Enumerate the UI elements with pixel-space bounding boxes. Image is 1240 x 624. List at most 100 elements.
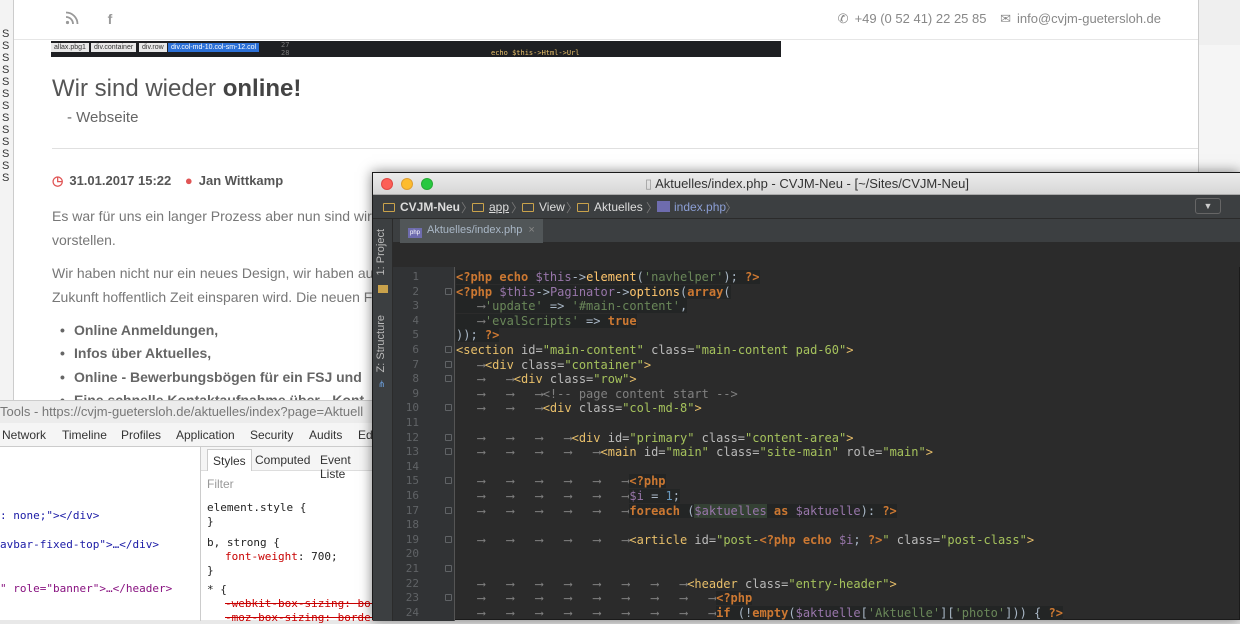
tab-styles[interactable]: Styles: [207, 449, 252, 471]
code-line: ⟶ ⟶ ⟶ ⟶ ⟶ ⟶ ⟶ ⟶ ⟶if (!empty($aktuelle['A…: [456, 605, 1063, 620]
line-number: 16: [405, 489, 419, 502]
rss-icon[interactable]: [64, 11, 80, 27]
fold-marker-icon[interactable]: [445, 535, 452, 543]
devtools-tabbar: Network Timeline Profiles Application Se…: [0, 423, 375, 447]
strip-char: S: [2, 148, 10, 160]
facebook-icon[interactable]: f: [102, 11, 118, 27]
structure-icon: ⋔: [378, 379, 386, 389]
code-editor[interactable]: <?php echo $this->element('navhelper'); …: [456, 267, 1240, 621]
line-number: 5: [412, 328, 419, 342]
element-node[interactable]: " role="banner">…</header>: [0, 582, 172, 595]
close-tab-icon[interactable]: ×: [528, 224, 534, 236]
tab-network[interactable]: Network: [2, 428, 46, 442]
strip-char: S: [2, 112, 10, 124]
code-line: ⟶ ⟶ ⟶ ⟶<div id="primary" class="content-…: [456, 430, 854, 445]
tab-editor[interactable]: Ed: [358, 428, 373, 442]
tab-profiles[interactable]: Profiles: [121, 428, 161, 442]
devtools-window: Tools - https://cvjm-guetersloh.de/aktue…: [0, 400, 377, 624]
strip-char: S: [2, 100, 10, 112]
post-author[interactable]: Jan Wittkamp: [199, 173, 283, 188]
tab-application[interactable]: Application: [176, 428, 235, 442]
line-number: 15: [405, 474, 419, 488]
fold-marker-icon[interactable]: [445, 346, 452, 353]
fold-marker-icon[interactable]: [445, 565, 452, 572]
styles-filter[interactable]: Filter: [207, 477, 234, 491]
style-property[interactable]: -webkit-box-sizing: bor: [225, 597, 377, 610]
paragraph-line: Es war für uns ein langer Prozess aber n…: [52, 208, 383, 224]
phone-icon: ✆: [837, 11, 849, 26]
line-number: 18: [405, 518, 419, 532]
style-property[interactable]: font-weight: 700;: [225, 550, 338, 563]
code-line: ⟶ ⟶ ⟶ ⟶ ⟶ ⟶ ⟶ ⟶<header class="entry-head…: [456, 576, 897, 591]
editor-header-space: [393, 243, 1240, 267]
styles-subtabs: Styles Computed Event Liste: [201, 447, 376, 481]
code-line: ⟶ ⟶ ⟶ ⟶ ⟶ ⟶$i = 1;: [456, 489, 680, 503]
code-line: ⟶<div class="container">: [456, 357, 652, 372]
code-line: )); ?>: [456, 328, 500, 343]
nav-crumb-app[interactable]: app: [472, 200, 509, 214]
line-number: 14: [405, 459, 419, 473]
nav-crumb-aktuelles[interactable]: Aktuelles: [577, 200, 643, 214]
element-node[interactable]: avbar-fixed-top">…</div>: [0, 538, 159, 551]
list-item: Online - Bewerbungsbögen für ein FSJ und: [60, 369, 362, 385]
site-topbar: f ✆ +49 (0 52 41) 22 25 85 ✉ info@cvjm-gue…: [14, 0, 1198, 40]
nav-crumb-view[interactable]: View: [522, 200, 565, 214]
line-number: 9: [412, 386, 419, 400]
line-number: 24: [405, 605, 419, 619]
fold-marker-icon[interactable]: [445, 433, 452, 441]
tab-event-listeners[interactable]: Event Liste: [320, 453, 376, 481]
code-line: <?php $this->Paginator->options(array(: [456, 284, 731, 299]
side-tab-structure[interactable]: Z: Structure: [375, 315, 391, 372]
tab-computed[interactable]: Computed: [255, 453, 310, 467]
nav-crumb-project[interactable]: CVJM-Neu: [383, 200, 460, 214]
strip-char: S: [2, 28, 10, 40]
fold-marker-icon[interactable]: [445, 594, 452, 602]
contact-phone[interactable]: +49 (0 52 41) 22 25 85: [855, 11, 987, 26]
code-line: ⟶'evalScripts' => true: [456, 313, 637, 328]
post-date: 31.01.2017 15:22: [69, 173, 172, 188]
strip-char: S: [2, 160, 10, 172]
tab-audits[interactable]: Audits: [309, 428, 342, 442]
navigation-dropdown[interactable]: ▼: [1195, 198, 1221, 214]
divider: [52, 148, 1198, 149]
fold-marker-icon[interactable]: [445, 448, 452, 456]
strip-char: S: [2, 40, 10, 52]
strip-char: S: [2, 76, 10, 88]
fold-marker-icon[interactable]: [445, 506, 452, 514]
line-number: 6: [412, 343, 419, 356]
line-number: 8: [412, 372, 419, 386]
line-number: 21: [405, 562, 419, 575]
post-title: Wir sind wieder online!: [52, 75, 302, 102]
style-rule: b, strong {: [207, 536, 280, 549]
nav-crumb-file[interactable]: index.php: [657, 200, 726, 214]
editor-tab-index-php[interactable]: php Aktuelles/index.php ×: [400, 219, 543, 243]
php-file-icon: [657, 201, 670, 212]
file-icon: ▯: [645, 176, 656, 191]
ide-titlebar: ▯ Aktuelles/index.php - CVJM-Neu - [~/Si…: [373, 173, 1240, 195]
fold-marker-icon[interactable]: [445, 477, 452, 485]
code-line: ⟶ ⟶ ⟶ ⟶ ⟶<main id="main" class="site-mai…: [456, 445, 933, 460]
fold-marker-icon[interactable]: [445, 404, 452, 412]
line-number: 12: [405, 430, 419, 444]
tab-security[interactable]: Security: [250, 428, 293, 442]
ide-window: ▯ Aktuelles/index.php - CVJM-Neu - [~/Si…: [372, 172, 1240, 621]
side-tab-project[interactable]: 1: Project: [375, 229, 391, 275]
element-node[interactable]: : none;"></div>: [0, 509, 99, 522]
tab-timeline[interactable]: Timeline: [62, 428, 107, 442]
code-line: ⟶ ⟶ ⟶ ⟶ ⟶ ⟶<?php: [456, 474, 666, 489]
folder-icon: [383, 203, 395, 212]
strip-char: S: [2, 88, 10, 100]
inspector-line-number: 28: [281, 49, 290, 57]
list-item: Online Anmeldungen,: [60, 322, 218, 338]
ide-navigation-bar: CVJM-Neu 〉 app 〉 View 〉 Aktuelles 〉 inde…: [373, 195, 1240, 219]
contact-email[interactable]: info@cvjm-guetersloh.de: [1017, 11, 1161, 26]
inspector-line-number: 27: [281, 41, 290, 49]
strip-char: S: [2, 124, 10, 136]
fold-marker-icon[interactable]: [445, 360, 452, 368]
line-number: 4: [412, 313, 419, 327]
line-number: 7: [412, 357, 419, 371]
fold-marker-icon[interactable]: [445, 287, 452, 295]
style-property[interactable]: -moz-box-sizing: border: [225, 611, 377, 624]
fold-marker-icon[interactable]: [445, 375, 452, 383]
code-line: ⟶ ⟶ ⟶<div class="col-md-8">: [456, 401, 702, 416]
